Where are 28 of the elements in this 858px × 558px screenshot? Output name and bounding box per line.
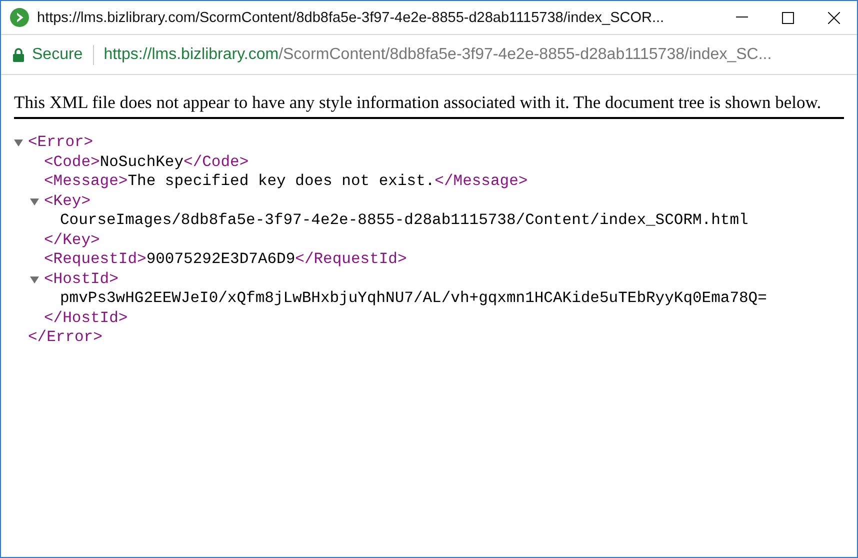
window-title: https://lms.bizlibrary.com/ScormContent/8db8fa5e-3f97-4e2e-8855-d28ab1115738/index_SCOR...	[37, 10, 666, 26]
xml-value: The specified key does not exist.	[128, 172, 435, 192]
notice-text: This XML file does not appear to have any style information associated with it. The document tree is shown below.	[14, 75, 844, 119]
xml-tag: <Message>	[44, 172, 128, 192]
xml-value: pmvPs3wHG2EEWJeI0/xQfm8jLwBHxbjuYqhNU7/AL/vh+gqxmn1HCAKide5uTEbRyyKq0Ema78Q=	[60, 289, 767, 308]
xml-tag: <Error>	[28, 133, 94, 152]
play-icon	[10, 8, 29, 27]
xml-value: NoSuchKey	[100, 152, 184, 172]
address-url[interactable]: https://lms.bizlibrary.com/ScormContent/8db8fa5e-3f97-4e2e-8855-d28ab1115738/index_SC...	[104, 46, 772, 64]
xml-value: 90075292E3D7A6D9	[146, 250, 296, 270]
lock-icon	[13, 48, 24, 62]
maximize-icon	[782, 12, 794, 24]
xml-tag: </Key>	[44, 230, 100, 250]
xml-tag: </Message>	[434, 172, 528, 192]
xml-tag: <Code>	[44, 152, 100, 172]
xml-tag: </RequestId>	[295, 250, 407, 270]
collapse-icon[interactable]	[30, 276, 39, 284]
xml-tag: <RequestId>	[44, 250, 146, 270]
xml-value: CourseImages/8db8fa5e-3f97-4e2e-8855-d28ab1115738/Content/index_SCORM.html	[60, 211, 748, 230]
xml-tag: <Key>	[44, 192, 91, 211]
xml-tag: </Code>	[184, 152, 249, 172]
xml-tag: </HostId>	[44, 308, 128, 328]
close-icon	[828, 12, 840, 24]
collapse-icon[interactable]	[14, 140, 23, 147]
collapse-icon[interactable]	[30, 198, 39, 206]
secure-label: Secure	[32, 46, 83, 64]
xml-tag: </Error>	[28, 328, 102, 348]
xml-tag: <HostId>	[44, 270, 118, 289]
